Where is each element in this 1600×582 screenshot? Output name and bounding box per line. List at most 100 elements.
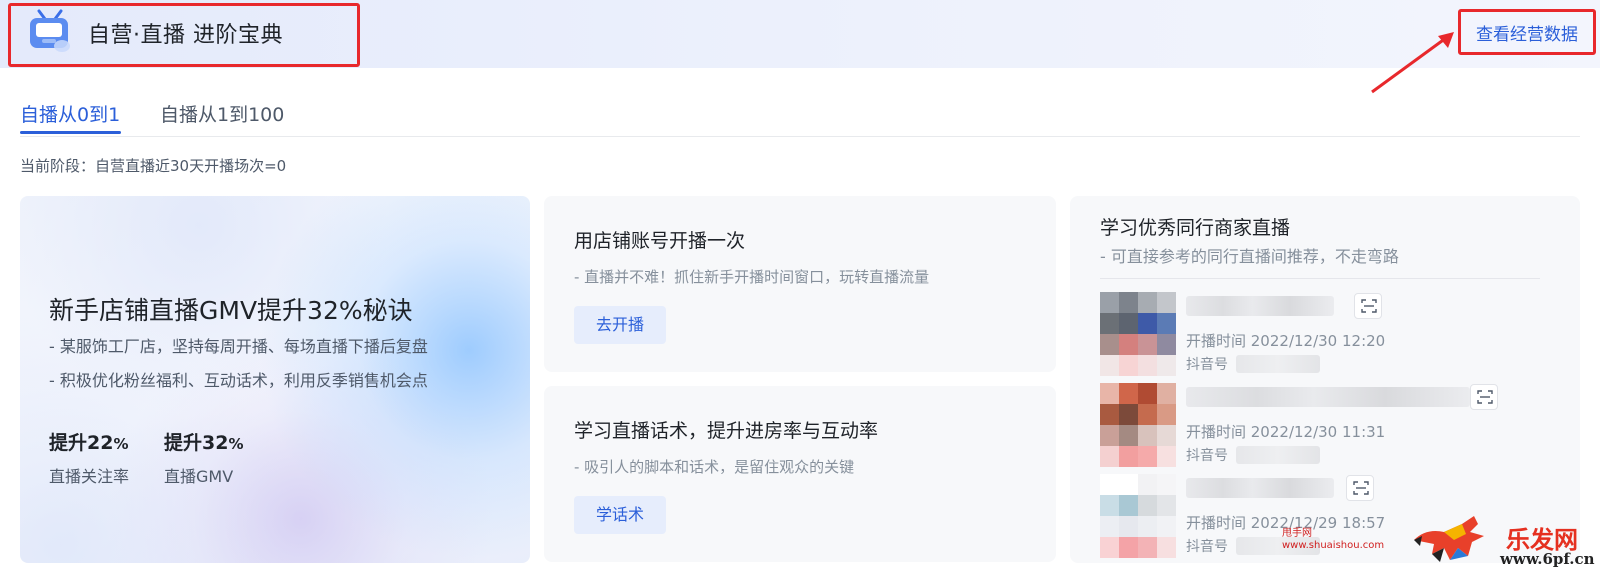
thumbnail-pixel: [1100, 292, 1119, 313]
thumbnail-pixel: [1100, 516, 1119, 537]
peer-streams-card: 学习优秀同行商家直播 - 可直接参考的同行直播间推荐，不走弯路 开播时间 202…: [1070, 196, 1580, 563]
thumbnail-pixel: [1138, 313, 1157, 334]
thumbnail-pixel: [1138, 495, 1157, 516]
peer-stream-item[interactable]: 开播时间 2022/12/30 11:31 抖音号: [1100, 383, 1540, 467]
stat-unit: %: [228, 435, 244, 453]
feature-title: 新手店铺直播GMV提升32%秘诀: [49, 296, 413, 325]
thumbnail-pixel: [1157, 292, 1176, 313]
tab-one-to-hundred[interactable]: 自播从1到100: [160, 100, 284, 127]
thumbnail-pixel: [1100, 404, 1119, 425]
thumbnail-pixel: [1138, 383, 1157, 404]
start-live-button[interactable]: 去开播: [574, 306, 666, 344]
stream-thumbnail[interactable]: [1100, 292, 1176, 376]
thumbnail-pixel: [1138, 425, 1157, 446]
thumbnail-pixel: [1119, 474, 1138, 495]
thumbnail-pixel: [1138, 334, 1157, 355]
watermark-logo-icon: [1414, 516, 1484, 562]
thumbnail-pixel: [1138, 355, 1157, 376]
thumbnail-pixel: [1119, 537, 1138, 558]
task-desc: - 直播并不难！抓住新手开播时间窗口，玩转直播流量: [574, 268, 930, 286]
thumbnail-pixel: [1157, 334, 1176, 355]
tab-divider: [20, 136, 1580, 137]
stat-number: 22: [87, 432, 114, 454]
thumbnail-pixel: [1138, 446, 1157, 467]
douyin-id-label: 抖音号: [1186, 539, 1228, 555]
thumbnail-pixel: [1119, 292, 1138, 313]
thumbnail-pixel: [1119, 334, 1138, 355]
stat-prefix: 提升: [164, 432, 203, 454]
thumbnail-pixel: [1157, 537, 1176, 558]
thumbnail-pixel: [1157, 495, 1176, 516]
task-card-start-live: 用店铺账号开播一次 - 直播并不难！抓住新手开播时间窗口，玩转直播流量 去开播: [544, 196, 1056, 372]
peer-divider: [1100, 278, 1540, 279]
thumbnail-pixel: [1100, 446, 1119, 467]
scan-qr-icon[interactable]: [1470, 384, 1498, 410]
thumbnail-pixel: [1138, 516, 1157, 537]
thumbnail-pixel: [1157, 474, 1176, 495]
thumbnail-pixel: [1138, 292, 1157, 313]
thumbnail-pixel: [1100, 383, 1119, 404]
blurred-douyin-id: [1236, 355, 1320, 373]
stream-thumbnail[interactable]: [1100, 474, 1176, 558]
annotation-arrow: [1371, 32, 1454, 94]
blurred-streamer-name: [1186, 296, 1334, 316]
scan-qr-icon[interactable]: [1354, 293, 1382, 319]
view-business-data-link[interactable]: 查看经营数据: [1476, 20, 1578, 45]
thumbnail-pixel: [1157, 404, 1176, 425]
stat-value: 提升32%: [164, 428, 244, 455]
tv-icon: [30, 9, 70, 52]
thumbnail-pixel: [1157, 425, 1176, 446]
stat-label: 直播关注率: [49, 467, 130, 486]
watermark-site-url: www.shuaishou.com: [1282, 540, 1385, 551]
current-stage-text: 当前阶段：自营直播近30天开播场次=0: [20, 157, 287, 175]
thumbnail-pixel: [1138, 404, 1157, 425]
thumbnail-pixel: [1100, 495, 1119, 516]
blurred-streamer-name: [1186, 387, 1470, 407]
thumbnail-pixel: [1157, 446, 1176, 467]
stream-start-time: 开播时间 2022/12/30 12:20: [1186, 332, 1386, 350]
peer-card-subtitle: - 可直接参考的同行直播间推荐，不走弯路: [1100, 247, 1399, 266]
thumbnail-pixel: [1100, 313, 1119, 334]
thumbnail-pixel: [1157, 516, 1176, 537]
stat-prefix: 提升: [49, 432, 88, 454]
douyin-id-label: 抖音号: [1186, 448, 1228, 464]
stat-gmv: 提升32% 直播GMV: [164, 428, 244, 487]
feature-desc-2: - 积极优化粉丝福利、互动话术，利用反季销售机会点: [49, 371, 428, 390]
thumbnail-pixel: [1100, 537, 1119, 558]
peer-stream-item[interactable]: 开播时间 2022/12/30 12:20 抖音号: [1100, 292, 1540, 376]
peer-card-title: 学习优秀同行商家直播: [1100, 217, 1291, 239]
thumbnail-pixel: [1138, 474, 1157, 495]
feature-card[interactable]: 新手店铺直播GMV提升32%秘诀 - 某服饰工厂店，坚持每周开播、每场直播下播后…: [20, 196, 530, 563]
thumbnail-pixel: [1119, 425, 1138, 446]
thumbnail-pixel: [1119, 495, 1138, 516]
thumbnail-pixel: [1100, 425, 1119, 446]
task-desc: - 吸引人的脚本和话术，是留住观众的关键: [574, 458, 855, 476]
thumbnail-pixel: [1157, 383, 1176, 404]
watermark-site-name: 甩手网: [1282, 528, 1312, 539]
stream-start-time: 开播时间 2022/12/30 11:31: [1186, 423, 1386, 441]
feature-desc-1: - 某服饰工厂店，坚持每周开播、每场直播下播后复盘: [49, 337, 428, 356]
blurred-douyin-id: [1236, 446, 1320, 464]
thumbnail-pixel: [1100, 355, 1119, 376]
thumbnail-pixel: [1100, 334, 1119, 355]
thumbnail-pixel: [1119, 404, 1138, 425]
stream-thumbnail[interactable]: [1100, 383, 1176, 467]
thumbnail-pixel: [1119, 446, 1138, 467]
page-title: 自营·直播 进阶宝典: [88, 23, 283, 48]
douyin-id-label: 抖音号: [1186, 357, 1228, 373]
stat-follow-rate: 提升22% 直播关注率: [49, 428, 129, 487]
scan-qr-icon[interactable]: [1346, 475, 1374, 501]
learn-scripts-button[interactable]: 学话术: [574, 496, 666, 534]
stat-value: 提升22%: [49, 428, 129, 455]
watermark-logo-url: www.6pf.cn: [1500, 550, 1595, 568]
active-tab-indicator: [20, 131, 121, 134]
task-title: 用店铺账号开播一次: [574, 230, 746, 252]
thumbnail-pixel: [1100, 474, 1119, 495]
stat-unit: %: [113, 435, 129, 453]
thumbnail-pixel: [1119, 313, 1138, 334]
tab-zero-to-one[interactable]: 自播从0到1: [20, 100, 120, 127]
thumbnail-pixel: [1157, 355, 1176, 376]
thumbnail-pixel: [1119, 355, 1138, 376]
stat-number: 32: [202, 432, 229, 454]
task-title: 学习直播话术，提升进房率与互动率: [574, 420, 879, 442]
